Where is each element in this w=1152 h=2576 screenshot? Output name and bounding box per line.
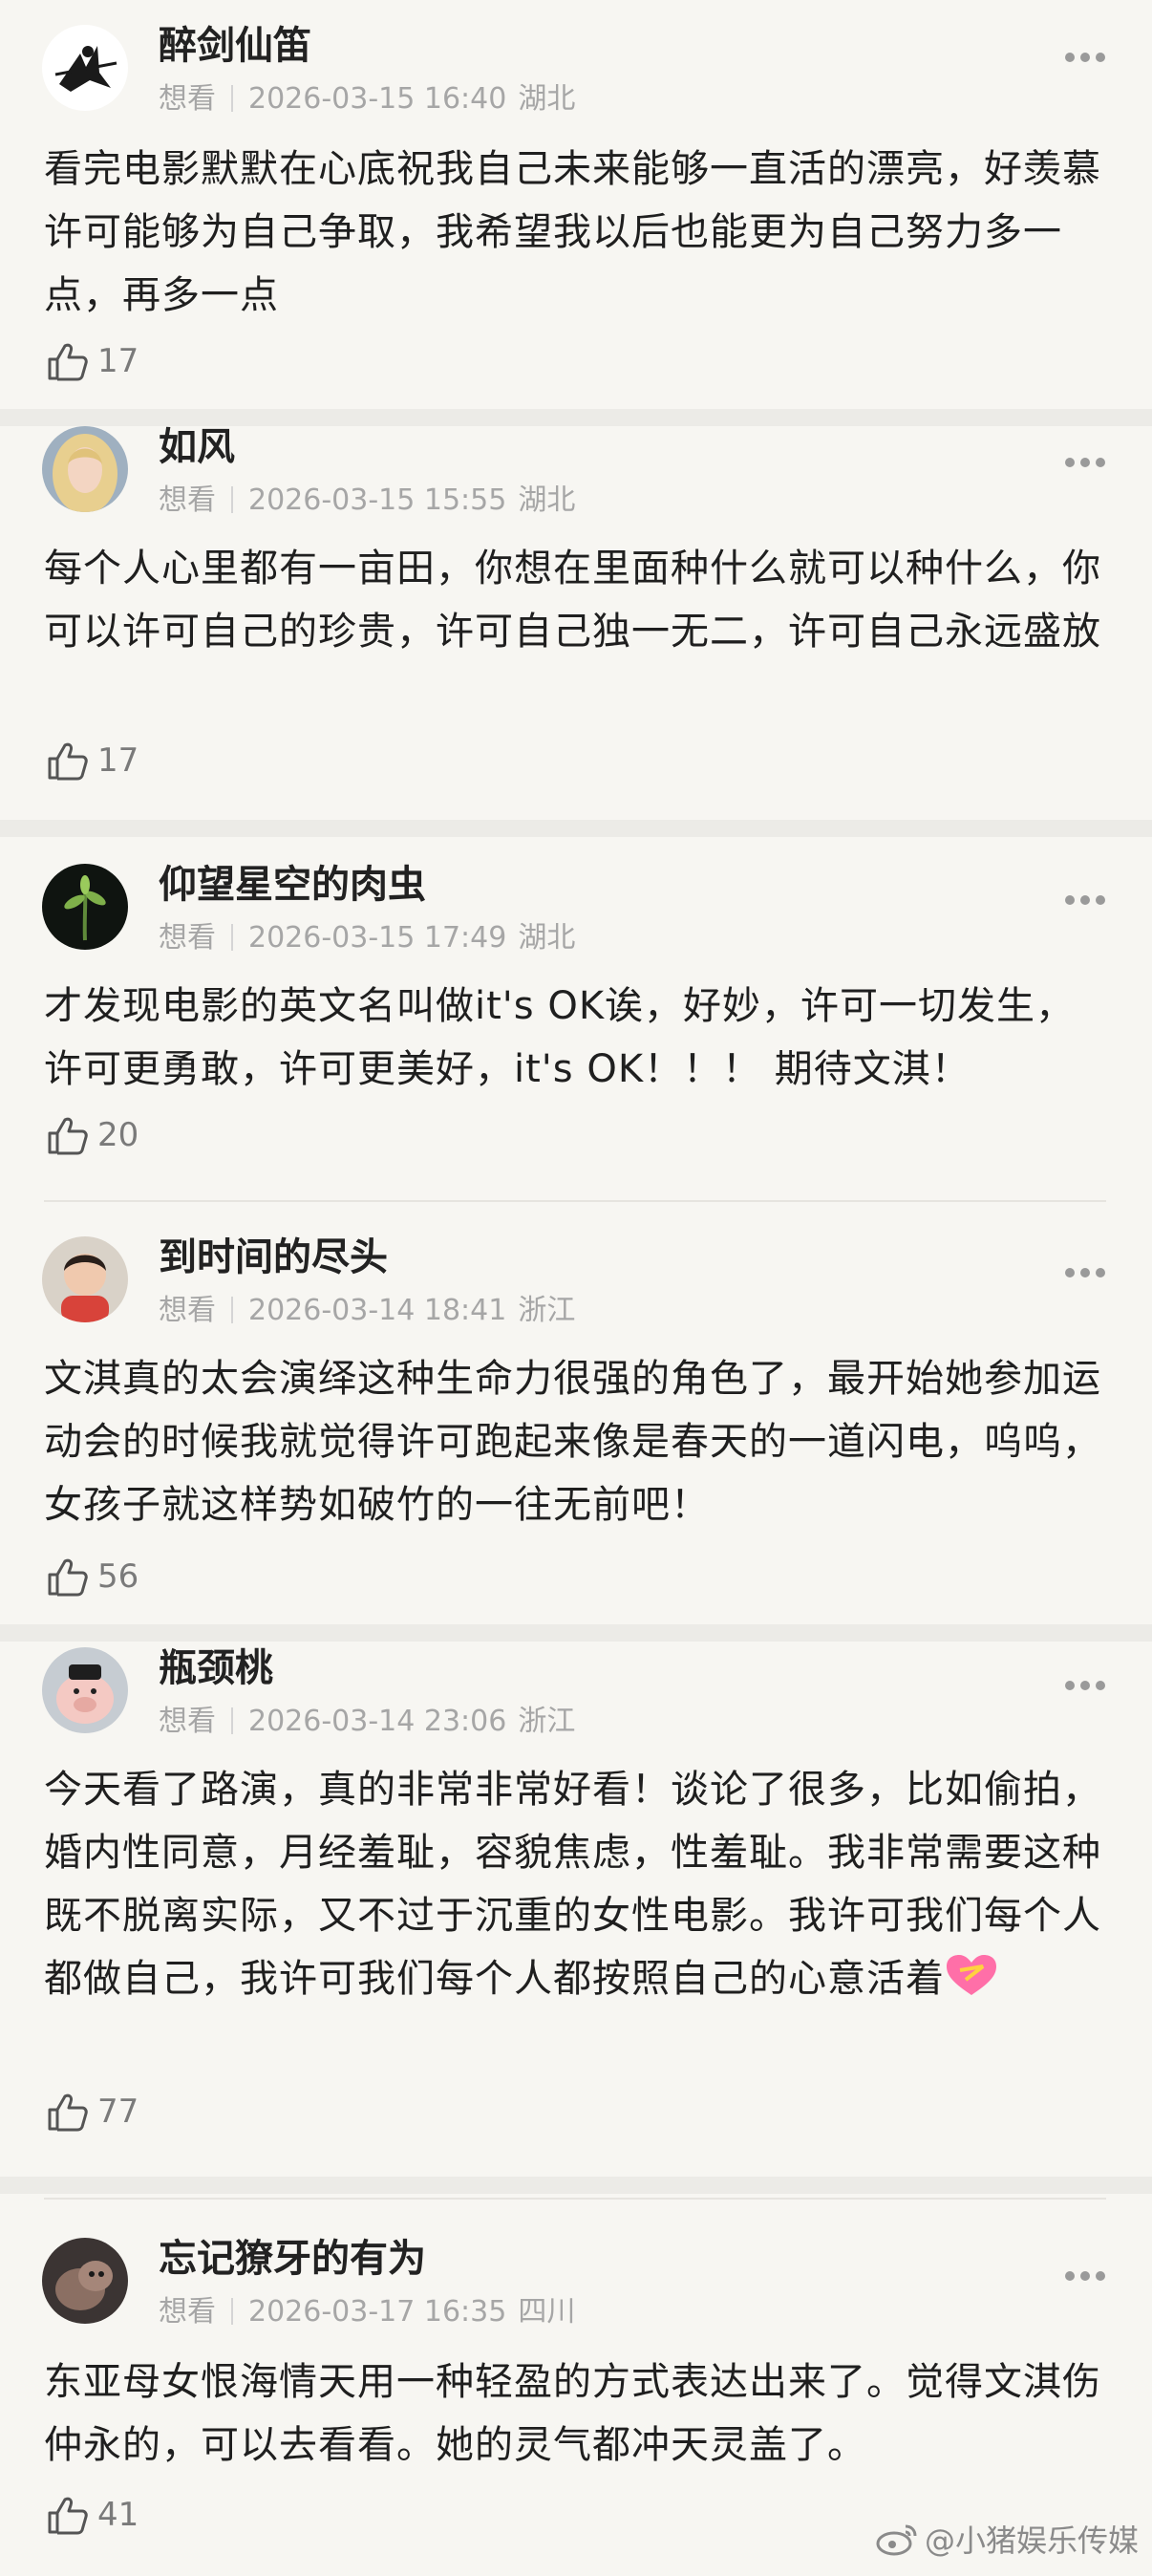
more-options-icon[interactable] bbox=[1064, 1267, 1106, 1278]
want-to-watch-status: 想看 bbox=[159, 82, 216, 116]
divider bbox=[0, 2177, 1152, 2194]
location: 四川 bbox=[518, 2295, 576, 2329]
more-options-icon[interactable] bbox=[1064, 1680, 1106, 1691]
divider bbox=[231, 486, 233, 513]
divider bbox=[0, 1624, 1152, 1642]
avatar[interactable] bbox=[42, 25, 128, 111]
username[interactable]: 仰望星空的肉虫 bbox=[159, 858, 426, 912]
comment-meta: 想看 2026-03-15 16:40 湖北 bbox=[159, 80, 575, 118]
like-count: 56 bbox=[97, 1557, 139, 1596]
comment-card: 仰望星空的肉虫 想看 2026-03-15 17:49 湖北 才发现电影的英文名叫做… bbox=[0, 837, 1152, 1196]
timestamp: 2026-03-15 17:49 bbox=[248, 921, 507, 955]
thumbs-up-icon bbox=[44, 1112, 90, 1158]
avatar[interactable] bbox=[42, 864, 128, 950]
avatar[interactable] bbox=[42, 426, 128, 512]
divider bbox=[231, 1707, 233, 1734]
like-button[interactable]: 77 bbox=[44, 2087, 139, 2136]
like-count: 20 bbox=[97, 1116, 139, 1154]
divider bbox=[231, 85, 233, 112]
comment-meta: 想看 2026-03-17 16:35 四川 bbox=[159, 2293, 575, 2331]
thumbs-up-icon bbox=[44, 2089, 90, 2135]
more-options-icon[interactable] bbox=[1064, 894, 1106, 906]
comment-text: 东亚母女恨海情天用一种轻盈的方式表达出来了。觉得文淇伤仲永的，可以去看看。她的灵… bbox=[44, 2360, 1101, 2467]
divider bbox=[44, 1200, 1106, 1202]
username[interactable]: 醉剑仙笛 bbox=[159, 19, 311, 73]
comment-card: 如风 想看 2026-03-15 15:55 湖北 每个人心里都有一亩田，你想在里面… bbox=[0, 425, 1152, 820]
location: 浙江 bbox=[518, 1705, 576, 1738]
weibo-logo-icon bbox=[875, 2521, 925, 2557]
timestamp: 2026-03-15 16:40 bbox=[248, 82, 507, 116]
want-to-watch-status: 想看 bbox=[159, 921, 216, 955]
heart-emoji-icon bbox=[945, 1953, 998, 1999]
comment-text-body: 今天看了路演，真的非常非常好看！谈论了很多，比如偷拍，婚内性同意，月经羞耻，容貌… bbox=[44, 1768, 1101, 2001]
comment-meta: 想看 2026-03-14 23:06 浙江 bbox=[159, 1703, 575, 1741]
comment-text: 每个人心里都有一亩田，你想在里面种什么就可以种什么，你可以许可自己的珍贵，许可自… bbox=[44, 547, 1101, 654]
want-to-watch-status: 想看 bbox=[159, 1705, 216, 1738]
cat-avatar-icon bbox=[42, 2238, 128, 2324]
want-to-watch-status: 想看 bbox=[159, 1294, 216, 1327]
username[interactable]: 忘记獠牙的有为 bbox=[159, 2232, 426, 2286]
thumbs-up-icon bbox=[44, 2492, 90, 2538]
divider bbox=[231, 1297, 233, 1323]
like-button[interactable]: 20 bbox=[44, 1110, 139, 1160]
username[interactable]: 到时间的尽头 bbox=[159, 1231, 388, 1284]
avatar[interactable] bbox=[42, 1236, 128, 1322]
like-button[interactable]: 41 bbox=[44, 2490, 139, 2540]
thumbs-up-icon bbox=[44, 738, 90, 784]
username[interactable]: 如风 bbox=[159, 420, 235, 474]
want-to-watch-status: 想看 bbox=[159, 483, 216, 517]
divider bbox=[0, 820, 1152, 837]
comment-meta: 想看 2026-03-14 18:41 浙江 bbox=[159, 1292, 575, 1330]
like-count: 17 bbox=[97, 342, 139, 380]
thumbs-up-icon bbox=[44, 338, 90, 384]
comment-text: 才发现电影的英文名叫做it's OK诶，好妙，许可一切发生，许可更勇敢，许可更美… bbox=[44, 984, 1076, 1091]
swordsman-avatar-icon bbox=[42, 25, 128, 111]
avatar[interactable] bbox=[42, 2238, 128, 2324]
like-count: 17 bbox=[97, 741, 139, 780]
comment-card: 到时间的尽头 想看 2026-03-14 18:41 浙江 文淇真的太会演绎这种生命… bbox=[0, 1212, 1152, 1624]
more-options-icon[interactable] bbox=[1064, 52, 1106, 63]
watermark-text: @小猪娱乐传媒 bbox=[924, 2522, 1139, 2559]
timestamp: 2026-03-14 23:06 bbox=[248, 1705, 507, 1738]
timestamp: 2026-03-17 16:35 bbox=[248, 2295, 507, 2329]
divider bbox=[44, 2198, 1106, 2200]
want-to-watch-status: 想看 bbox=[159, 2295, 216, 2329]
like-count: 77 bbox=[97, 2093, 139, 2131]
comment-text: 文淇真的太会演绎这种生命力很强的角色了，最开始她参加运动会的时候我就觉得许可跑起… bbox=[44, 1357, 1101, 1527]
timestamp: 2026-03-15 15:55 bbox=[248, 483, 507, 517]
comment-card: 瓶颈桃 想看 2026-03-14 23:06 浙江 今天看了路演，真的非常非常好看… bbox=[0, 1642, 1152, 2177]
location: 湖北 bbox=[518, 483, 576, 517]
location: 湖北 bbox=[518, 921, 576, 955]
watermark: @小猪娱乐传媒 bbox=[875, 2517, 1139, 2561]
like-count: 41 bbox=[97, 2496, 139, 2534]
divider bbox=[231, 2298, 233, 2325]
like-button[interactable]: 56 bbox=[44, 1552, 139, 1601]
blonde-woman-avatar-icon bbox=[42, 426, 128, 512]
like-button[interactable]: 17 bbox=[44, 336, 139, 386]
more-options-icon[interactable] bbox=[1064, 2270, 1106, 2282]
like-button[interactable]: 17 bbox=[44, 736, 139, 785]
location: 湖北 bbox=[518, 82, 576, 116]
more-options-icon[interactable] bbox=[1064, 457, 1106, 468]
child-avatar-icon bbox=[42, 1236, 128, 1322]
avatar[interactable] bbox=[42, 1647, 128, 1733]
location: 浙江 bbox=[518, 1294, 576, 1327]
pig-avatar-icon bbox=[42, 1647, 128, 1733]
divider bbox=[231, 924, 233, 951]
timestamp: 2026-03-14 18:41 bbox=[248, 1294, 507, 1327]
username[interactable]: 瓶颈桃 bbox=[159, 1642, 273, 1695]
comment-card: 醉剑仙笛 想看 2026-03-15 16:40 湖北 看完电影默默在心底祝我自己未… bbox=[0, 0, 1152, 409]
comment-meta: 想看 2026-03-15 15:55 湖北 bbox=[159, 482, 575, 520]
comment-meta: 想看 2026-03-15 17:49 湖北 bbox=[159, 919, 575, 957]
comment-text: 今天看了路演，真的非常非常好看！谈论了很多，比如偷拍，婚内性同意，月经羞耻，容貌… bbox=[44, 1758, 1104, 2010]
plant-avatar-icon bbox=[42, 864, 128, 950]
comment-text: 看完电影默默在心底祝我自己未来能够一直活的漂亮，好羡慕许可能够为自己争取，我希望… bbox=[44, 147, 1101, 317]
thumbs-up-icon bbox=[44, 1554, 90, 1599]
